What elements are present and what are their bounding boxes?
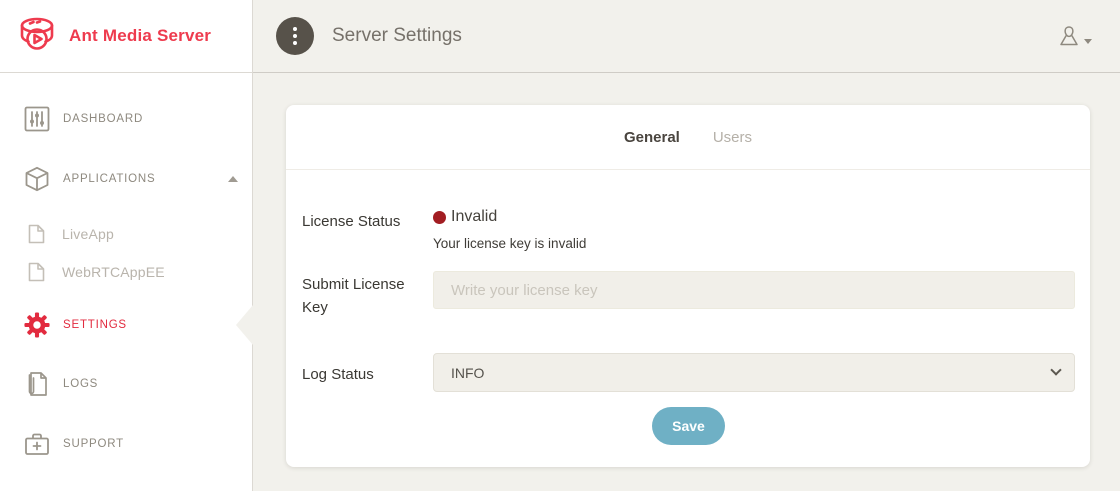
sidebar-item-applications[interactable]: APPLICATIONS	[24, 165, 238, 193]
invalid-status-dot-icon	[433, 211, 446, 224]
sidebar-item-label: APPLICATIONS	[63, 173, 155, 185]
brand-logo[interactable]: Ant Media Server	[0, 0, 252, 73]
sidebar-item-webrtcappee[interactable]: WebRTCAppEE	[28, 258, 238, 286]
file-icon	[28, 224, 45, 244]
kebab-menu-icon	[293, 27, 297, 45]
gear-icon	[24, 312, 50, 338]
dashboard-sliders-icon	[24, 106, 50, 132]
sidebar-item-label: SUPPORT	[63, 438, 124, 450]
ant-media-logo-icon	[14, 15, 60, 57]
menu-button[interactable]	[276, 17, 314, 55]
caret-up-icon[interactable]	[228, 176, 238, 182]
sidebar-item-label: SETTINGS	[63, 319, 127, 331]
save-row: Save	[302, 407, 1075, 445]
sidebar-item-label: LiveApp	[62, 226, 114, 242]
log-status-label: Log Status	[302, 353, 433, 392]
license-status-caption: Your license key is invalid	[433, 236, 1075, 251]
tab-users[interactable]: Users	[713, 129, 752, 146]
submit-license-key-row: Submit License Key	[302, 271, 1075, 319]
sidebar-item-liveapp[interactable]: LiveApp	[28, 220, 238, 248]
first-aid-kit-icon	[24, 431, 50, 457]
brand-name: Ant Media Server	[69, 26, 211, 46]
user-menu-button[interactable]	[1058, 24, 1092, 48]
user-icon	[1058, 24, 1080, 48]
page-title: Server Settings	[332, 25, 462, 47]
sidebar: Ant Media Server DASHBOARD APPLICATIONS	[0, 0, 253, 491]
general-settings-form: License Status Invalid Your license key …	[286, 170, 1090, 445]
license-status-row: License Status Invalid Your license key …	[302, 208, 1075, 251]
sidebar-item-label: WebRTCAppEE	[62, 264, 165, 280]
header: Server Settings	[253, 0, 1120, 73]
server-settings-card: General Users License Status Invalid You…	[286, 105, 1090, 467]
tab-general[interactable]: General	[624, 129, 680, 146]
sidebar-item-support[interactable]: SUPPORT	[24, 430, 238, 458]
license-status-value: Invalid	[451, 208, 497, 226]
caret-down-icon	[1084, 39, 1092, 44]
sidebar-item-settings[interactable]: SETTINGS	[24, 311, 238, 339]
log-status-row: Log Status INFO	[302, 353, 1075, 392]
license-key-input[interactable]	[433, 271, 1075, 309]
file-icon	[28, 262, 45, 282]
sidebar-item-logs[interactable]: LOGS	[24, 370, 238, 398]
log-file-icon	[24, 371, 50, 397]
sidebar-item-label: DASHBOARD	[63, 113, 143, 125]
save-button[interactable]: Save	[652, 407, 725, 445]
sidebar-item-dashboard[interactable]: DASHBOARD	[24, 105, 238, 133]
settings-tabs: General Users	[286, 105, 1090, 170]
sidebar-item-label: LOGS	[63, 378, 98, 390]
log-status-select[interactable]: INFO	[433, 353, 1075, 392]
submit-license-key-label: Submit License Key	[302, 271, 433, 319]
applications-box-icon	[24, 166, 50, 192]
active-item-notch	[236, 305, 253, 345]
license-status-label: License Status	[302, 208, 433, 251]
